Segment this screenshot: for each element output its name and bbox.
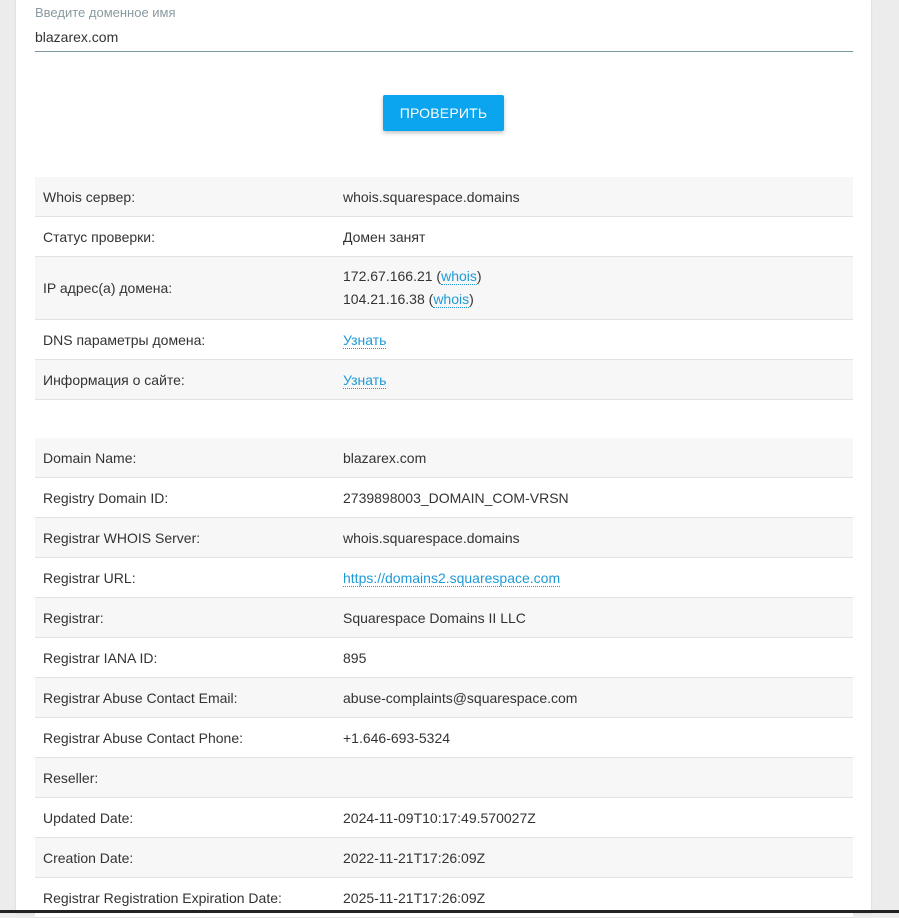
abuse-phone-value: +1.646-693-5324	[335, 717, 853, 758]
table-row: Domain Name: blazarex.com	[35, 438, 853, 478]
check-button[interactable]: ПРОВЕРИТЬ	[383, 95, 504, 131]
domain-field: Введите доменное имя	[35, 0, 853, 52]
site-info-label: Информация о сайте:	[35, 359, 335, 400]
creation-date-label: Creation Date:	[35, 837, 335, 878]
table-row: Registrar IANA ID: 895	[35, 637, 853, 678]
registrar-whois-server-label: Registrar WHOIS Server:	[35, 517, 335, 558]
domain-name-label: Domain Name:	[35, 438, 335, 478]
abuse-phone-label: Registrar Abuse Contact Phone:	[35, 717, 335, 758]
table-row: IP адрес(а) домена: 172.67.166.21 (whois…	[35, 256, 853, 320]
ip-label: IP адрес(а) домена:	[35, 256, 335, 320]
domain-field-label: Введите доменное имя	[35, 5, 176, 20]
ip-whois-link[interactable]: whois	[441, 268, 477, 285]
domain-name-value: blazarex.com	[335, 438, 853, 478]
registrar-label: Registrar:	[35, 597, 335, 638]
table-row: Reseller:	[35, 757, 853, 798]
table-row: Whois сервер: whois.squarespace.domains	[35, 177, 853, 217]
dns-label: DNS параметры домена:	[35, 319, 335, 360]
updated-date-label: Updated Date:	[35, 797, 335, 838]
table-row: Статус проверки: Домен занят	[35, 216, 853, 257]
ip-item: 104.21.16.38 (whois)	[343, 291, 474, 308]
table-row: Creation Date: 2022-11-21T17:26:09Z	[35, 837, 853, 878]
table-row: Информация о сайте: Узнать	[35, 359, 853, 400]
table-row: DNS параметры домена: Узнать	[35, 319, 853, 360]
iana-id-label: Registrar IANA ID:	[35, 637, 335, 678]
table-row: Registrar Abuse Contact Email: abuse-com…	[35, 677, 853, 718]
check-result-table: Whois сервер: whois.squarespace.domains …	[35, 177, 853, 400]
whois-server-value: whois.squarespace.domains	[335, 177, 853, 217]
registrar-url-label: Registrar URL:	[35, 557, 335, 598]
table-row: Registrar WHOIS Server: whois.squarespac…	[35, 517, 853, 558]
site-info-value: Узнать	[335, 359, 853, 400]
ip-whois-link[interactable]: whois	[433, 291, 470, 308]
dns-link[interactable]: Узнать	[343, 331, 387, 349]
abuse-email-value: abuse-complaints@squarespace.com	[335, 677, 853, 718]
iana-id-value: 895	[335, 637, 853, 678]
registrar-url-link[interactable]: https://domains2.squarespace.com	[343, 569, 561, 587]
content-card: Введите доменное имя ПРОВЕРИТЬ Whois сер…	[16, 0, 871, 918]
reseller-label: Reseller:	[35, 757, 335, 798]
table-row: Registrar URL: https://domains2.squaresp…	[35, 557, 853, 598]
table-row: Updated Date: 2024-11-09T10:17:49.570027…	[35, 797, 853, 838]
ip-item: 172.67.166.21 (whois)	[343, 268, 482, 285]
abuse-email-label: Registrar Abuse Contact Email:	[35, 677, 335, 718]
table-row: Registrar Abuse Contact Phone: +1.646-69…	[35, 717, 853, 758]
domain-input[interactable]	[35, 27, 853, 47]
registrar-whois-server-value: whois.squarespace.domains	[335, 517, 853, 558]
registry-domain-id-value: 2739898003_DOMAIN_COM-VRSN	[335, 477, 853, 518]
status-label: Статус проверки:	[35, 216, 335, 257]
dns-value: Узнать	[335, 319, 853, 360]
status-value: Домен занят	[335, 216, 853, 257]
registry-domain-id-label: Registry Domain ID:	[35, 477, 335, 518]
table-row: Registrar: Squarespace Domains II LLC	[35, 597, 853, 638]
ip-list: 172.67.166.21 (whois) 104.21.16.38 (whoi…	[335, 256, 853, 320]
registrar-url-value: https://domains2.squarespace.com	[335, 557, 853, 598]
whois-table: Domain Name: blazarex.com Registry Domai…	[35, 438, 853, 918]
registrar-value: Squarespace Domains II LLC	[335, 597, 853, 638]
table-row: Registry Domain ID: 2739898003_DOMAIN_CO…	[35, 477, 853, 518]
site-info-link[interactable]: Узнать	[343, 371, 387, 389]
ip-address: 172.67.166.21	[343, 268, 433, 284]
whois-server-label: Whois сервер:	[35, 177, 335, 217]
reseller-value	[335, 757, 853, 798]
updated-date-value: 2024-11-09T10:17:49.570027Z	[335, 797, 853, 838]
creation-date-value: 2022-11-21T17:26:09Z	[335, 837, 853, 878]
ip-address: 104.21.16.38	[343, 291, 425, 307]
